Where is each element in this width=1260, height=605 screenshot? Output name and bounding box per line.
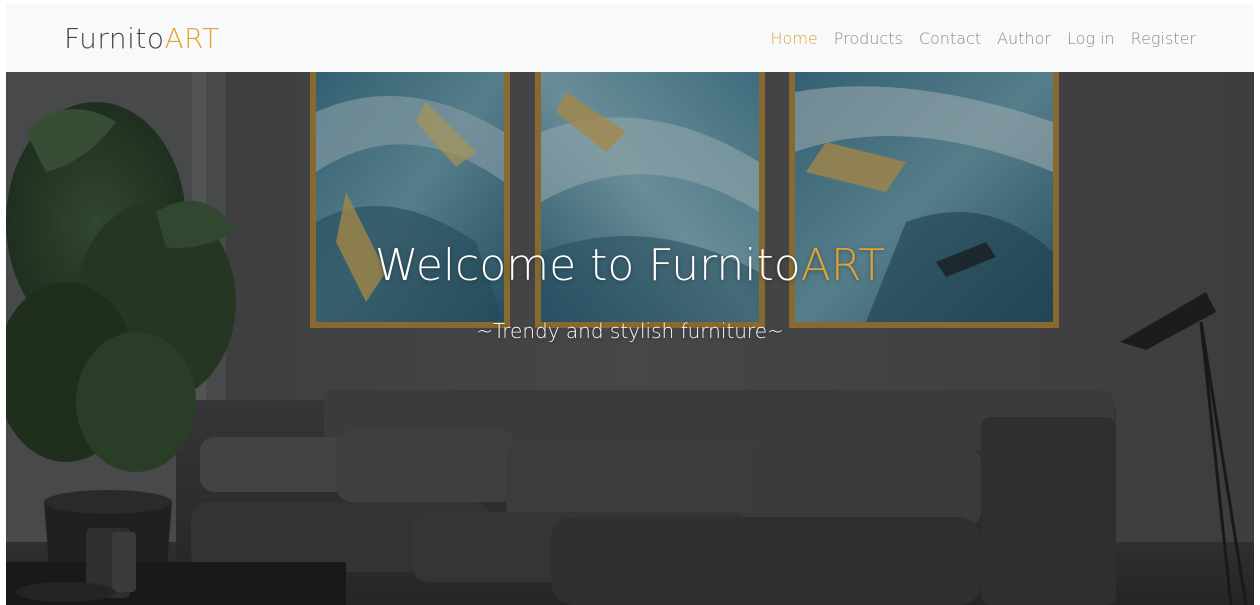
- nav-links: Home Products Contact Author Log in Regi…: [771, 29, 1197, 48]
- nav-link-contact[interactable]: Contact: [919, 29, 981, 48]
- brand-logo[interactable]: FurnitoART: [64, 22, 220, 55]
- hero-title-main: Welcome to Furnito: [374, 240, 801, 291]
- hero-title-accent: ART: [800, 240, 886, 291]
- nav-link-author[interactable]: Author: [997, 29, 1051, 48]
- page: FurnitoART Home Products Contact Author …: [0, 0, 1260, 605]
- nav-link-login[interactable]: Log in: [1067, 29, 1115, 48]
- hero-subtitle: ~Trendy and stylish furniture~: [476, 319, 784, 343]
- hero-section: Welcome to FurnitoART ~Trendy and stylis…: [6, 72, 1254, 605]
- nav-link-products[interactable]: Products: [834, 29, 903, 48]
- nav-link-home[interactable]: Home: [771, 29, 818, 48]
- brand-text-accent: ART: [164, 21, 220, 55]
- nav-link-register[interactable]: Register: [1131, 29, 1196, 48]
- hero-title: Welcome to FurnitoART: [6, 240, 1254, 291]
- navbar: FurnitoART Home Products Contact Author …: [6, 4, 1254, 72]
- brand-text-main: Furnito: [64, 21, 165, 55]
